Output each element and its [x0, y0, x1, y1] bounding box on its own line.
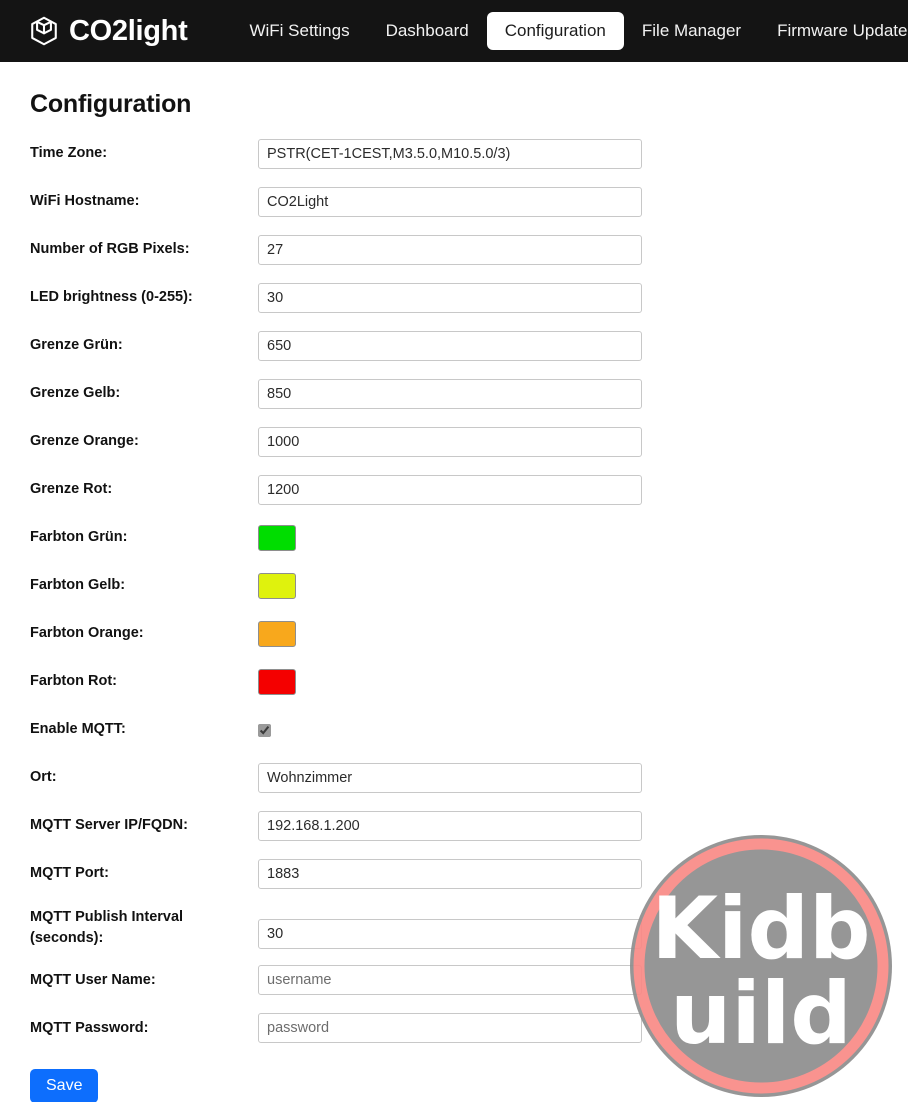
field-row-grenze-gruen: Grenze Grün:: [30, 331, 878, 361]
mqtt-interval-input[interactable]: [258, 919, 642, 950]
label-mqtt-port: MQTT Port:: [30, 865, 109, 882]
label-grenze-rot: Grenze Rot:: [30, 481, 113, 498]
field-row-ort: Ort:: [30, 763, 878, 793]
field-row-led-brightness: LED brightness (0-255):: [30, 283, 878, 313]
rgb-pixels-input[interactable]: [258, 235, 642, 265]
configuration-form: Configuration Time Zone: WiFi Hostname: …: [0, 62, 908, 1102]
field-row-time-zone: Time Zone:: [30, 139, 878, 169]
label-mqtt-interval: MQTT Publish Interval (seconds):: [30, 909, 184, 947]
field-row-farbton-rot: Farbton Rot:: [30, 667, 878, 697]
label-grenze-gruen: Grenze Grün:: [30, 337, 123, 354]
nav-item-firmware-update[interactable]: Firmware Update: [759, 12, 908, 50]
field-row-enable-mqtt: Enable MQTT:: [30, 715, 878, 745]
field-row-grenze-rot: Grenze Rot:: [30, 475, 878, 505]
app-window: CO2light WiFi Settings Dashboard Configu…: [0, 0, 908, 1102]
label-farbton-gelb: Farbton Gelb:: [30, 577, 126, 594]
field-row-mqtt-password: MQTT Password:: [30, 1013, 878, 1044]
field-row-mqtt-server: MQTT Server IP/FQDN:: [30, 811, 878, 841]
enable-mqtt-checkbox[interactable]: [258, 723, 271, 737]
grenze-gruen-input[interactable]: [258, 331, 642, 361]
label-mqtt-server: MQTT Server IP/FQDN:: [30, 817, 188, 834]
label-rgb-pixels: Number of RGB Pixels:: [30, 241, 190, 258]
field-row-rgb-pixels: Number of RGB Pixels:: [30, 235, 878, 265]
page-title: Configuration: [30, 90, 192, 118]
brand-logo[interactable]: CO2light: [30, 14, 188, 47]
grenze-rot-input[interactable]: [258, 475, 642, 505]
label-mqtt-user: MQTT User Name:: [30, 971, 156, 988]
label-grenze-orange: Grenze Orange:: [30, 433, 139, 450]
field-row-farbton-orange: Farbton Orange:: [30, 619, 878, 649]
mqtt-port-input[interactable]: [258, 859, 642, 889]
field-row-farbton-gruen: Farbton Grün:: [30, 523, 878, 553]
field-row-mqtt-interval: MQTT Publish Interval (seconds):: [30, 907, 878, 950]
grenze-gelb-input[interactable]: [258, 379, 642, 409]
label-farbton-orange: Farbton Orange:: [30, 625, 144, 642]
field-row-grenze-orange: Grenze Orange:: [30, 427, 878, 457]
wifi-hostname-input[interactable]: [258, 187, 642, 217]
field-row-mqtt-user: MQTT User Name:: [30, 965, 878, 996]
field-row-mqtt-port: MQTT Port:: [30, 859, 878, 889]
field-row-grenze-gelb: Grenze Gelb:: [30, 379, 878, 409]
label-mqtt-password: MQTT Password:: [30, 1019, 149, 1036]
farbton-gruen-color-swatch[interactable]: [258, 525, 296, 551]
field-row-farbton-gelb: Farbton Gelb:: [30, 571, 878, 601]
label-time-zone: Time Zone:: [30, 145, 108, 162]
mqtt-user-input[interactable]: [258, 965, 642, 996]
led-brightness-input[interactable]: [258, 283, 642, 313]
label-farbton-rot: Farbton Rot:: [30, 673, 117, 690]
ort-input[interactable]: [258, 763, 642, 793]
cube-icon: [30, 16, 58, 46]
nav-item-wifi-settings[interactable]: WiFi Settings: [231, 12, 367, 50]
label-grenze-gelb: Grenze Gelb:: [30, 385, 121, 402]
mqtt-server-input[interactable]: [258, 811, 642, 841]
grenze-orange-input[interactable]: [258, 427, 642, 457]
label-enable-mqtt: Enable MQTT:: [30, 721, 126, 738]
label-led-brightness: LED brightness (0-255):: [30, 289, 193, 306]
time-zone-input[interactable]: [258, 139, 642, 169]
brand-name: CO2light: [69, 14, 188, 47]
nav-item-dashboard[interactable]: Dashboard: [368, 12, 487, 50]
nav-item-file-manager[interactable]: File Manager: [624, 12, 759, 50]
nav-items: WiFi Settings Dashboard Configuration Fi…: [231, 12, 908, 50]
label-wifi-hostname: WiFi Hostname:: [30, 193, 140, 210]
farbton-orange-color-swatch[interactable]: [258, 621, 296, 647]
field-row-wifi-hostname: WiFi Hostname:: [30, 187, 878, 217]
mqtt-password-input[interactable]: [258, 1013, 642, 1044]
farbton-gelb-color-swatch[interactable]: [258, 573, 296, 599]
save-button[interactable]: Save: [30, 1069, 99, 1102]
label-ort: Ort:: [30, 769, 57, 786]
nav-item-configuration[interactable]: Configuration: [486, 12, 624, 50]
farbton-rot-color-swatch[interactable]: [258, 669, 296, 695]
top-navbar: CO2light WiFi Settings Dashboard Configu…: [0, 0, 908, 62]
label-farbton-gruen: Farbton Grün:: [30, 529, 128, 546]
